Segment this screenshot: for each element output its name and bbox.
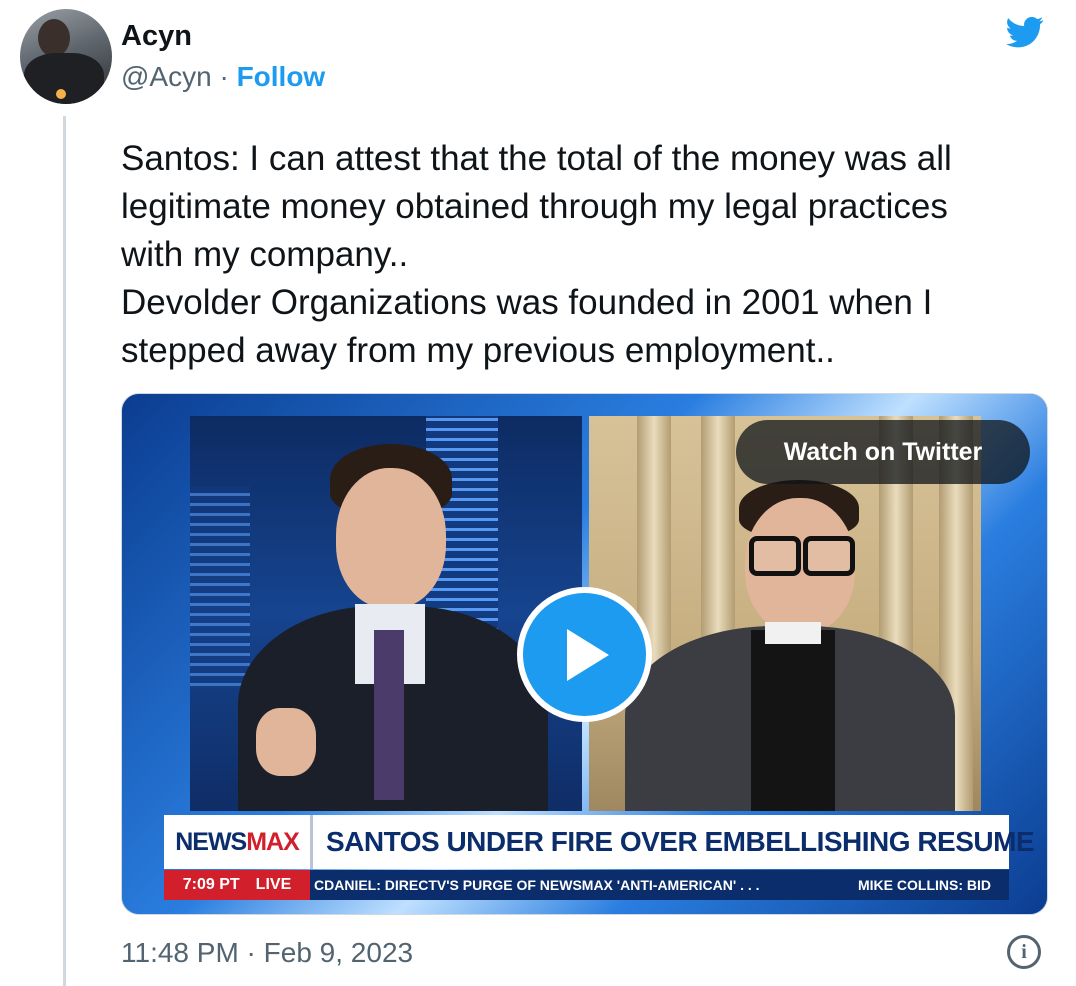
anchor-tie — [374, 630, 404, 800]
avatar[interactable] — [20, 9, 112, 104]
ticker-text-2: MIKE COLLINS: BID — [858, 877, 991, 893]
news-lower-third: NEWS MAX SANTOS UNDER FIRE OVER EMBELLISH… — [164, 815, 1035, 869]
logo-news: NEWS — [175, 827, 247, 856]
tweet-timestamp[interactable]: 11:48 PM · Feb 9, 2023 — [121, 937, 413, 969]
author-name[interactable]: Acyn — [121, 20, 192, 53]
guest-glasses — [749, 536, 801, 576]
info-icon[interactable]: i — [1007, 935, 1041, 969]
guest-sweater — [751, 630, 835, 811]
anchor-hand — [256, 708, 316, 776]
guest-glasses — [803, 536, 855, 576]
play-icon — [566, 628, 609, 681]
logo-max: MAX — [246, 827, 300, 856]
video-player[interactable]: Watch on Twitter NEWS MAX SANTOS UNDER FI… — [121, 393, 1048, 915]
follow-button[interactable]: Follow — [237, 61, 326, 92]
author-handle[interactable]: @Acyn — [121, 61, 212, 92]
skyscraper-graphic — [190, 486, 250, 686]
play-button[interactable] — [517, 587, 652, 722]
tweet-line: Santos: I can attest that the total of t… — [121, 139, 952, 178]
tweet-line: stepped away from my previous employment… — [121, 331, 835, 370]
tweet-text: Santos: I can attest that the total of t… — [121, 135, 1056, 375]
newsmax-logo: NEWS MAX — [164, 815, 313, 869]
watch-on-twitter-button[interactable]: Watch on Twitter — [736, 420, 1030, 484]
tweet-line: legitimate money obtained through my leg… — [121, 187, 948, 226]
thread-line — [63, 116, 66, 986]
avatar-head — [38, 19, 70, 57]
time-label: 7:09 PT — [182, 876, 240, 893]
tweet-line: Devolder Organizations was founded in 20… — [121, 283, 933, 322]
separator-dot: · — [219, 61, 229, 92]
news-headline: SANTOS UNDER FIRE OVER EMBELLISHING RESU… — [326, 826, 1035, 857]
live-label: LIVE — [255, 876, 292, 893]
twitter-bird-icon[interactable] — [1002, 13, 1048, 51]
guest-collar — [765, 622, 821, 644]
tweet-line: with my company.. — [121, 235, 409, 274]
ticker-text: CDANIEL: DIRECTV'S PURGE OF NEWSMAX 'ANT… — [314, 877, 760, 893]
anchor-face — [336, 468, 446, 608]
news-ticker: 7:09 PT LIVE CDANIEL: DIRECTV'S PURGE OF… — [164, 870, 1009, 900]
author-handle-row: @Acyn · Follow — [121, 61, 325, 93]
video-left-panel — [190, 416, 582, 811]
broadcast-time: 7:09 PT LIVE — [164, 870, 310, 900]
avatar-light — [56, 89, 66, 99]
